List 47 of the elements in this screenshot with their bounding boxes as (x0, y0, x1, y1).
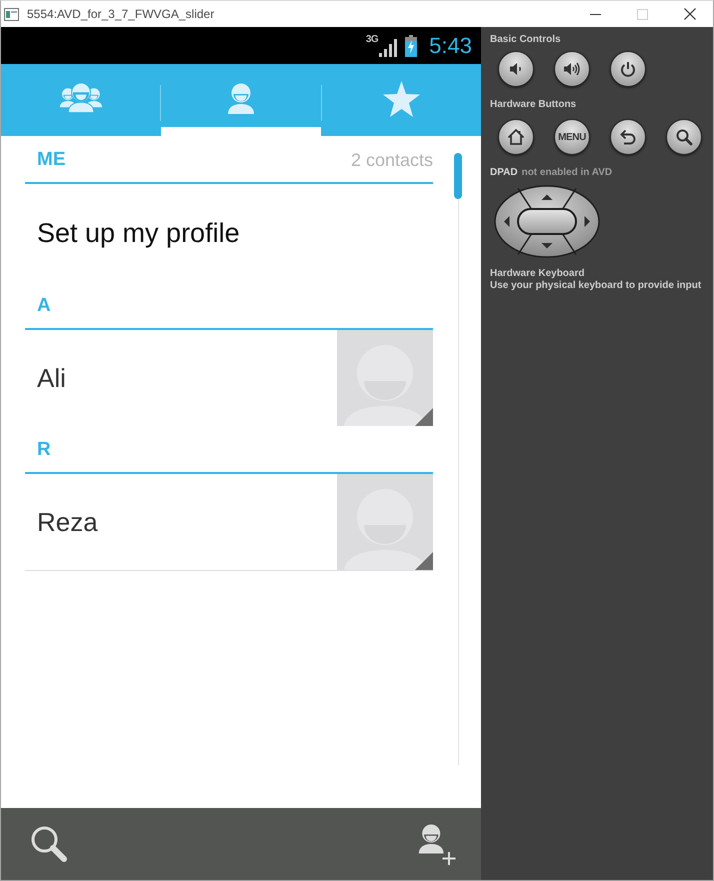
add-contact-button[interactable] (416, 823, 456, 865)
clock-time: 5:43 (429, 34, 472, 58)
volume-up-button[interactable] (554, 51, 590, 87)
battery-charging-icon (405, 34, 418, 56)
up-arrow-icon (542, 194, 552, 200)
app-icon (4, 8, 19, 20)
corner-triangle-icon[interactable] (415, 552, 433, 570)
section-label: DPAD (490, 167, 518, 179)
signal-icon (379, 38, 398, 56)
section-label: Hardware Buttons (490, 99, 576, 111)
left-arrow-icon (504, 216, 510, 227)
network-type-label: 3G (366, 34, 378, 44)
volume-down-button[interactable] (498, 51, 534, 87)
contact-count: 2 contacts (350, 149, 433, 171)
people-group-icon (58, 82, 104, 114)
search-icon (675, 128, 693, 146)
corner-triangle-icon[interactable] (415, 408, 433, 426)
window-title: 5554:AVD_for_3_7_FWVGA_slider (27, 7, 214, 21)
power-button[interactable] (610, 51, 646, 87)
maximize-icon (637, 8, 648, 20)
menu-button[interactable]: MENU (554, 119, 590, 155)
home-button[interactable] (498, 119, 534, 155)
search-button[interactable] (666, 119, 702, 155)
power-icon (619, 60, 637, 78)
profile-prompt[interactable]: Set up my profile (37, 218, 240, 248)
keyboard-hint: Use your physical keyboard to provide input (490, 280, 702, 292)
volume-up-icon (563, 60, 581, 78)
scroll-thumb[interactable] (454, 153, 462, 199)
section-title: ME (37, 149, 66, 171)
section-letter: R (37, 439, 51, 461)
house-icon (507, 128, 525, 146)
search-button[interactable] (30, 825, 68, 863)
down-arrow-icon (542, 243, 552, 248)
dpad-center-key[interactable] (517, 208, 577, 235)
contact-name[interactable]: Reza (37, 507, 98, 537)
star-icon (382, 80, 420, 116)
section-letter: A (37, 295, 51, 317)
back-button[interactable] (610, 119, 646, 155)
right-arrow-icon (584, 216, 590, 227)
status-note: not enabled in AVD (522, 167, 612, 179)
contact-name[interactable]: Ali (37, 363, 66, 393)
search-icon (30, 825, 68, 863)
back-arrow-icon (619, 128, 637, 146)
add-person-icon (416, 823, 456, 865)
section-label: Hardware Keyboard (490, 268, 584, 280)
section-label: Basic Controls (490, 34, 561, 46)
close-icon (684, 8, 696, 20)
